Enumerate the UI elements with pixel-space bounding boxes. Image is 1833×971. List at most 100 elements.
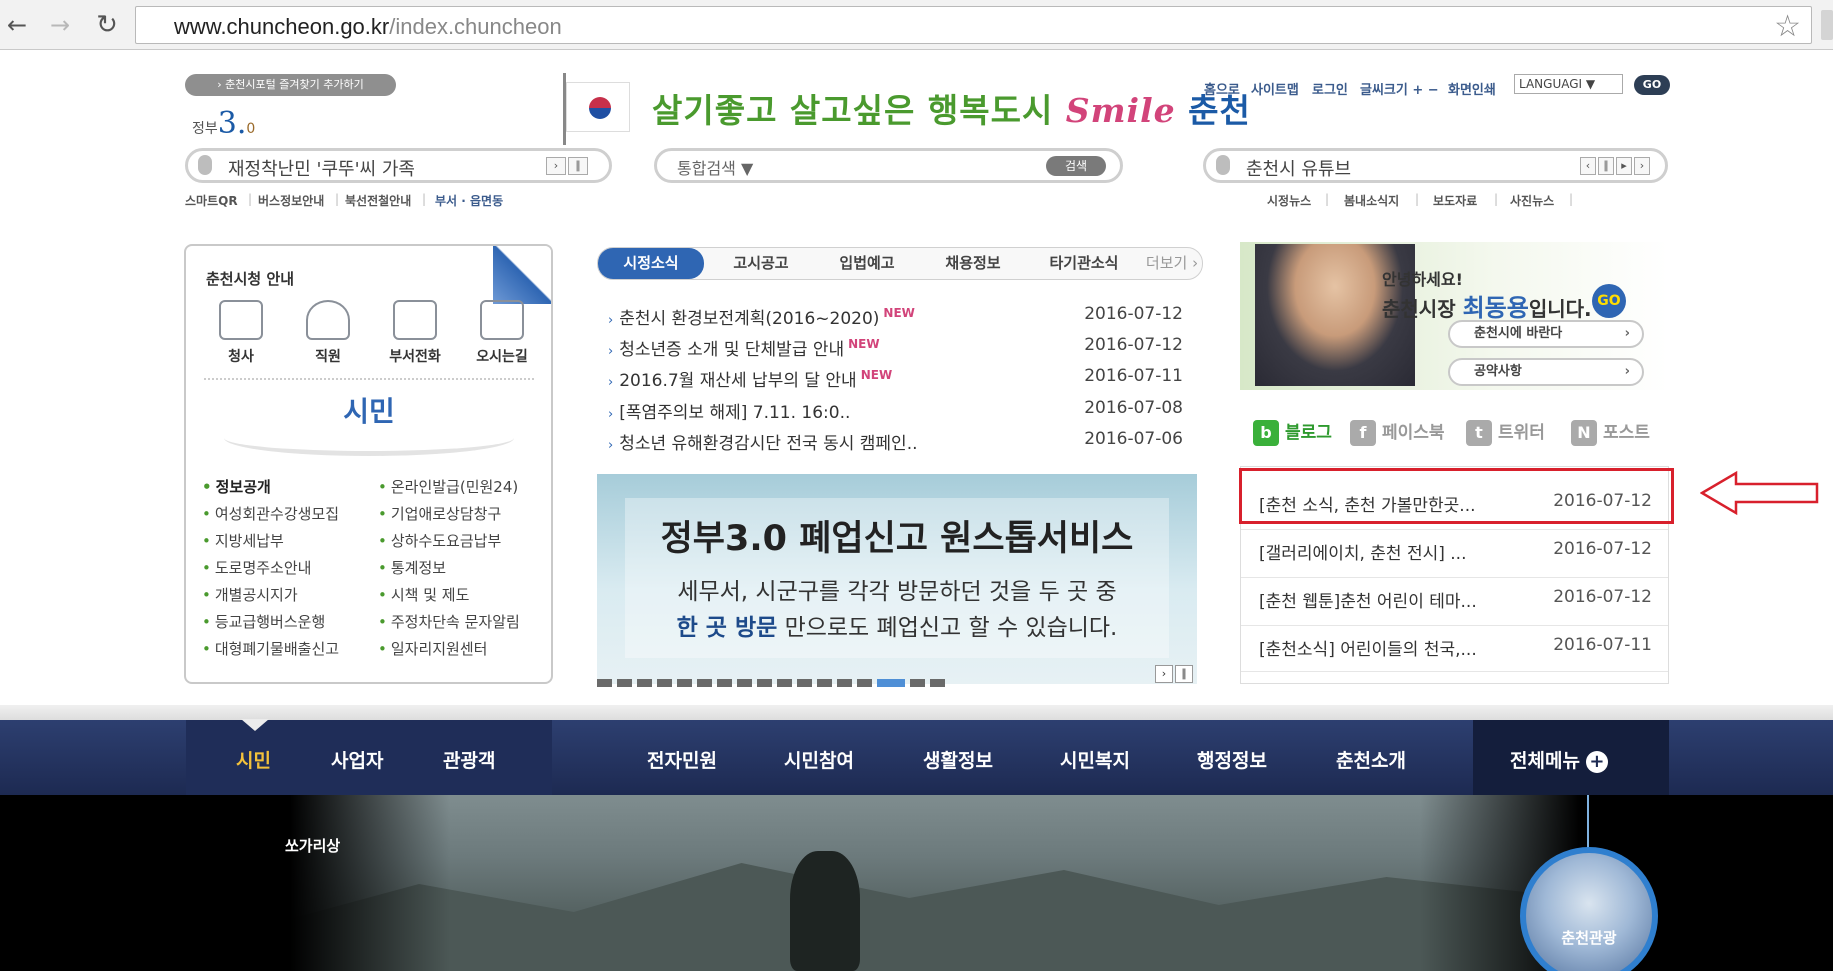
ticker-play-icon[interactable]: ▸ [1616,157,1632,175]
quick-link[interactable]: • 등교급행버스운행 [202,611,325,632]
sns-tab-twitter[interactable]: t 트위터 [1466,418,1545,446]
quick-link[interactable]: • 지방세납부 [202,530,284,551]
util-link-sitemap[interactable]: 사이트맵 [1251,79,1299,98]
quick-link[interactable]: • 주정차단속 문자알림 [378,611,520,632]
banner-next-icon[interactable]: › [1155,665,1173,683]
forward-icon[interactable]: → [45,10,75,40]
sub-link-dept[interactable]: 부서 · 읍면동 [435,192,503,209]
nav-e-civil[interactable]: 전자민원 [647,746,717,773]
banner-pager-dot[interactable] [597,679,612,687]
news-item[interactable]: › 2016.7월 재산세 납부의 달 안내 NEW 2016-07-11 [608,366,1183,391]
quick-link[interactable]: • 개별공시지가 [202,584,298,605]
news-item[interactable]: › 춘천시 환경보전계획(2016~2020) NEW 2016-07-12 [608,304,1183,329]
sub-link-qr[interactable]: 스마트QR [185,192,238,209]
news-item[interactable]: › 청소년증 소개 및 단체발급 안내 NEW 2016-07-12 [608,335,1183,360]
ticker-next-icon[interactable]: › [1634,157,1650,175]
banner-pager-dot[interactable] [930,679,945,687]
tab-city-news[interactable]: 시정소식 [598,248,704,279]
quick-link[interactable]: • 상하수도요금납부 [378,530,501,551]
mayor-go-button[interactable]: GO [1592,284,1626,318]
util-link-home[interactable]: 홈으로 [1204,79,1240,98]
tab-other-agencies[interactable]: 타기관소식 [1030,248,1138,279]
quick-link[interactable]: • 여성회관수강생모집 [202,503,339,524]
banner-pager-dot[interactable] [857,679,872,687]
quick-link[interactable]: • 정보공개 [202,476,271,497]
banner-pager-dot[interactable] [797,679,812,687]
quick-link[interactable]: • 통계정보 [378,557,446,578]
tour-badge[interactable]: 춘천관광 [1520,847,1658,971]
ticker-prev-icon[interactable]: ‹ [1580,157,1596,175]
language-go-button[interactable]: GO [1634,75,1670,95]
banner-pager-dot[interactable] [777,679,792,687]
guide-staff[interactable]: 직원 [293,300,363,366]
nav-welfare[interactable]: 시민복지 [1060,746,1130,773]
more-link[interactable]: 더보기 › [1142,248,1202,279]
promo-banner[interactable]: 정부3.0 폐업신고 원스톱서비스 세무서, 시군구를 각각 방문하던 것을 두… [597,474,1197,687]
language-select[interactable]: LANGUAGI ▼ [1514,74,1623,94]
sub-link-magazine[interactable]: 봄내소식지 [1344,192,1399,209]
nav-participation[interactable]: 시민참여 [784,746,854,773]
sub-link-bus[interactable]: 버스정보안내 [258,192,324,209]
ticker-right-text[interactable]: 춘천시 유튜브 [1246,155,1351,181]
banner-pager-dot[interactable] [837,679,852,687]
back-icon[interactable]: ← [2,10,32,40]
banner-pager-dot[interactable] [717,679,732,687]
blog-item[interactable]: [춘천 웹툰]춘천 어린이 테마... 2016-07-12 [1259,587,1652,612]
reload-icon[interactable]: ↻ [92,10,122,40]
tab-notices[interactable]: 고시공고 [713,248,809,279]
tab-legislation[interactable]: 입법예고 [819,248,915,279]
banner-pager-dot[interactable] [910,679,925,687]
gov30-logo[interactable]: 정부3.0 [192,106,255,141]
quick-link[interactable]: • 일자리지원센터 [378,638,487,659]
integrated-search[interactable]: 통합검색 ▼ 검색 [654,148,1123,183]
news-item[interactable]: › [폭염주의보 해제] 7.11. 16:0.. 2016-07-08 [608,398,1183,423]
petition-button[interactable]: 춘천시에 바란다 › [1448,320,1644,348]
sns-tab-facebook[interactable]: f 페이스북 [1350,418,1445,446]
guide-phone[interactable]: 부서전화 [380,300,450,366]
news-item[interactable]: › 청소년 유해환경감시단 전국 동시 캠페인.. 2016-07-06 [608,429,1183,454]
banner-pager-dot[interactable] [817,679,832,687]
search-button[interactable]: 검색 [1046,156,1106,176]
banner-pager-dot[interactable] [637,679,652,687]
tab-recruit[interactable]: 채용정보 [925,248,1021,279]
quick-link[interactable]: • 기업애로상담창구 [378,503,501,524]
util-link-login[interactable]: 로그인 [1312,79,1348,98]
banner-pager-dot[interactable] [697,679,712,687]
util-link-print[interactable]: 화면인쇄 [1448,79,1496,98]
nav-about[interactable]: 춘천소개 [1336,746,1406,773]
nav-tourist[interactable]: 관광객 [443,746,495,773]
sns-tab-post[interactable]: N 포스트 [1571,418,1650,446]
pledge-button[interactable]: 공약사항 › [1448,358,1644,386]
banner-pager-dot[interactable] [617,679,632,687]
banner-pause-icon[interactable]: ∥ [1175,665,1193,683]
search-scope-select[interactable]: 통합검색 ▼ [677,155,753,179]
blog-item[interactable]: [갤러리에이치, 춘천 전시] ... 2016-07-12 [1259,539,1652,564]
sub-link-press[interactable]: 보도자료 [1433,192,1477,209]
nav-citizen[interactable]: 시민 [236,746,271,773]
ticker-next-icon[interactable]: › [546,157,566,175]
address-bar[interactable]: www.chuncheon.go.kr/index.chuncheon ☆ [135,6,1812,44]
quick-link[interactable]: • 대형폐기물배출신고 [202,638,339,659]
ticker-pause-icon[interactable]: ∥ [1598,157,1614,175]
browser-menu-button[interactable] [1821,10,1833,40]
banner-pager-dot[interactable] [737,679,752,687]
banner-pager-dot[interactable] [757,679,772,687]
banner-pager-dot[interactable] [657,679,672,687]
sns-tab-blog[interactable]: b 블로그 [1253,418,1332,446]
favorite-add-button[interactable]: › 춘천시포털 즐겨찾기 추가하기 [185,74,396,96]
sub-link-photo[interactable]: 사진뉴스 [1510,192,1554,209]
guide-directions[interactable]: 오시는길 [467,300,537,366]
sub-link-news[interactable]: 시정뉴스 [1267,192,1311,209]
nav-living-info[interactable]: 생활정보 [923,746,993,773]
banner-pager-dot[interactable] [677,679,692,687]
url-text[interactable]: www.chuncheon.go.kr/index.chuncheon [174,14,562,40]
ticker-left-text[interactable]: 재정착난민 '쿠뚜'씨 가족 [228,155,415,181]
quick-link[interactable]: • 온라인발급(민원24) [378,476,518,497]
blog-item[interactable]: [춘천소식] 어린이들의 천국,... 2016-07-11 [1259,635,1652,660]
guide-building[interactable]: 청사 [206,300,276,366]
nav-business[interactable]: 사업자 [331,746,383,773]
ticker-pause-icon[interactable]: ∥ [568,157,588,175]
util-link-fontsize[interactable]: 글씨크기 + − [1360,79,1439,98]
banner-pager-dot[interactable] [877,679,905,687]
sub-link-rail[interactable]: 북선전철안내 [345,192,411,209]
